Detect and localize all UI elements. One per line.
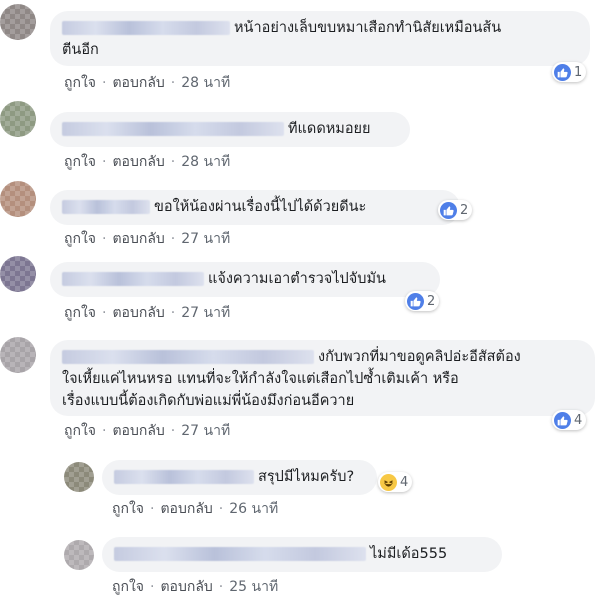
like-link[interactable]: ถูกใจ	[64, 154, 96, 170]
comment-bubble: แจ้งความเอาตำรวจไปจับมัน	[50, 262, 440, 297]
reaction-count: 2	[460, 202, 469, 218]
comment-actions: ถูกใจ · ตอบกลับ · 27 นาที	[64, 423, 231, 439]
comment-text: งกับพวกที่มาขอดูคลิปอ่ะอีสัสต้อง	[318, 349, 521, 365]
like-link[interactable]: ถูกใจ	[112, 501, 144, 517]
author-name[interactable]	[62, 21, 230, 35]
timestamp[interactable]: 27 นาที	[181, 231, 230, 247]
comment-bubble: ขอให้น้องผ่านเรื่องนี้ไปได้ด้วยดีนะ	[50, 190, 460, 225]
author-name[interactable]	[62, 350, 314, 364]
comment-text-line3: เรื่องแบบนี้ต้องเกิดกับพ่อแม่พี่น้องมึงก…	[62, 393, 355, 409]
reply-link[interactable]: ตอบกลับ	[112, 154, 164, 170]
timestamp[interactable]: 27 นาที	[181, 423, 230, 439]
like-link[interactable]: ถูกใจ	[64, 423, 96, 439]
timestamp[interactable]: 26 นาที	[229, 501, 278, 517]
like-link[interactable]: ถูกใจ	[64, 75, 96, 91]
reaction-count: 4	[400, 474, 409, 490]
reply-link[interactable]: ตอบกลับ	[112, 305, 164, 321]
like-icon	[440, 201, 457, 219]
reaction-badge[interactable]: 2	[438, 200, 473, 220]
reaction-count: 4	[574, 412, 583, 428]
timestamp[interactable]: 25 นาที	[229, 579, 278, 595]
author-name[interactable]	[114, 470, 254, 484]
reply-link[interactable]: ตอบกลับ	[160, 501, 212, 517]
author-name[interactable]	[114, 547, 366, 561]
avatar[interactable]	[0, 4, 36, 40]
comment-text-line2: ตีนอีก	[62, 42, 99, 58]
reply-link[interactable]: ตอบกลับ	[160, 579, 212, 595]
like-link[interactable]: ถูกใจ	[64, 231, 96, 247]
like-icon	[407, 292, 424, 310]
reaction-count: 1	[574, 64, 583, 80]
reply-actions: ถูกใจ · ตอบกลับ · 26 นาที	[112, 501, 279, 517]
like-icon	[554, 411, 571, 429]
comment-bubble: หน้าอย่างเล็บขบหมาเสือกทำนิสัยเหมือนส้น …	[50, 11, 590, 66]
avatar[interactable]	[0, 256, 36, 292]
comment-bubble: งกับพวกที่มาขอดูคลิปอ่ะอีสัสต้อง ใจเหี้ย…	[50, 340, 595, 416]
reaction-badge[interactable]: 4	[552, 410, 587, 430]
comment-actions: ถูกใจ · ตอบกลับ · 27 นาที	[64, 231, 231, 247]
reply-text: สรุปมีไหมครับ?	[258, 469, 355, 485]
reaction-badge[interactable]: 1	[552, 62, 587, 82]
reply-actions: ถูกใจ · ตอบกลับ · 25 นาที	[112, 579, 279, 595]
timestamp[interactable]: 28 นาที	[181, 154, 230, 170]
comment-text: หน้าอย่างเล็บขบหมาเสือกทำนิสัยเหมือนส้น	[234, 20, 502, 36]
comment-text: ขอให้น้องผ่านเรื่องนี้ไปได้ด้วยดีนะ	[154, 199, 367, 215]
like-link[interactable]: ถูกใจ	[64, 305, 96, 321]
comment-text: แจ้งความเอาตำรวจไปจับมัน	[208, 271, 386, 287]
haha-icon	[380, 473, 397, 491]
comment-actions: ถูกใจ · ตอบกลับ · 27 นาที	[64, 305, 231, 321]
comment-actions: ถูกใจ · ตอบกลับ · 28 นาที	[64, 75, 231, 91]
reply-link[interactable]: ตอบกลับ	[112, 231, 164, 247]
comment-bubble: ทีแดดหมอยย	[50, 112, 410, 147]
avatar[interactable]	[0, 181, 36, 217]
reaction-badge[interactable]: 2	[405, 291, 440, 311]
comment-text: ทีแดดหมอยย	[288, 121, 371, 137]
reply-bubble: สรุปมีไหมครับ?	[102, 460, 377, 495]
avatar[interactable]	[0, 101, 36, 137]
reaction-count: 2	[427, 293, 436, 309]
author-name[interactable]	[62, 122, 284, 136]
reaction-badge[interactable]: 4	[378, 472, 413, 492]
author-name[interactable]	[62, 200, 150, 214]
avatar[interactable]	[0, 337, 36, 373]
comment-text-line2: ใจเหี้ยแค่ไหนหรอ แทนที่จะให้กำลังใจแต่เส…	[62, 371, 459, 387]
like-icon	[554, 63, 571, 81]
timestamp[interactable]: 28 นาที	[181, 75, 230, 91]
timestamp[interactable]: 27 นาที	[181, 305, 230, 321]
avatar[interactable]	[64, 540, 94, 570]
comment-actions: ถูกใจ · ตอบกลับ · 28 นาที	[64, 154, 231, 170]
avatar[interactable]	[64, 462, 94, 492]
reply-link[interactable]: ตอบกลับ	[112, 75, 164, 91]
author-name[interactable]	[62, 272, 204, 286]
reply-text: ไม่มีเด้อ555	[370, 546, 448, 562]
reply-link[interactable]: ตอบกลับ	[112, 423, 164, 439]
like-link[interactable]: ถูกใจ	[112, 579, 144, 595]
reply-bubble: ไม่มีเด้อ555	[102, 537, 502, 572]
